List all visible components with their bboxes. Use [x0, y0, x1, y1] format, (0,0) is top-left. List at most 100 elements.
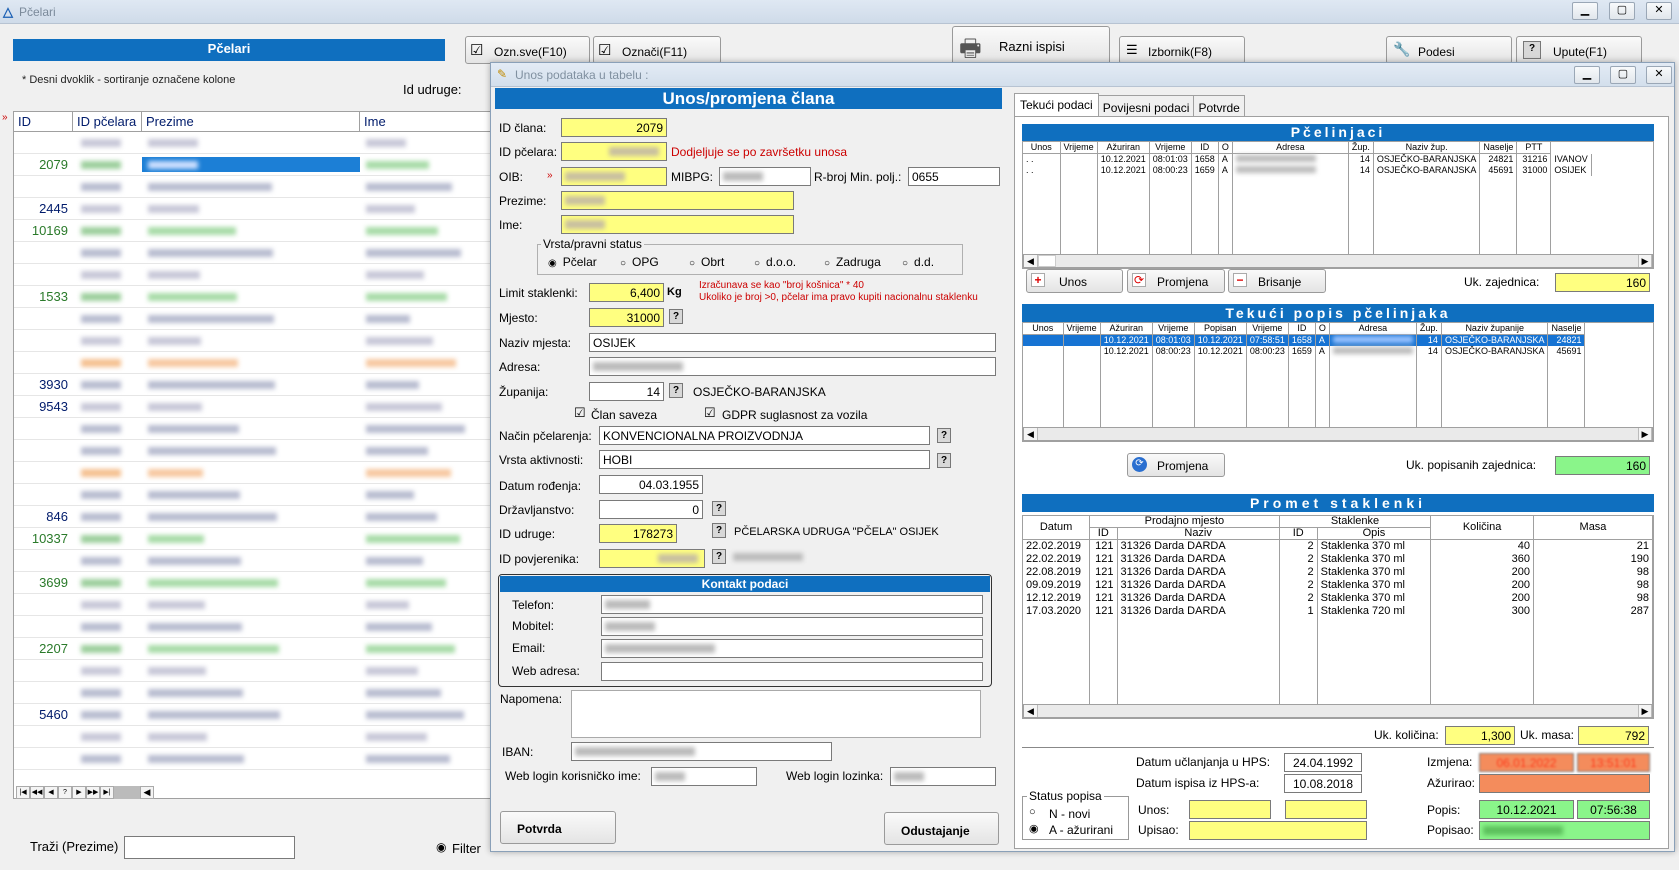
status-option[interactable]: ◉ Pčelar: [548, 255, 620, 269]
razni-ispisi-button[interactable]: 🖶 Razni ispisi: [952, 26, 1110, 66]
nav-button-4[interactable]: ▶: [72, 786, 86, 799]
column-header[interactable]: Količina: [1430, 516, 1534, 540]
table-row[interactable]: [14, 748, 492, 770]
table-row[interactable]: 9543: [14, 396, 492, 418]
naziv-mjesta-field[interactable]: OSIJEK: [589, 333, 996, 352]
scroll-left-icon[interactable]: ◀: [1024, 705, 1038, 717]
column-header[interactable]: Adresa: [1232, 142, 1349, 154]
id-clana-field[interactable]: 2079: [561, 118, 667, 137]
udruga-help-button[interactable]: ?: [712, 523, 726, 538]
table-row[interactable]: [14, 484, 492, 506]
scroll-right-icon[interactable]: ▶: [1638, 255, 1652, 267]
table-row[interactable]: 10.12.2021 08:00:23 10.12.2021 08:00:23 1659…: [1023, 346, 1586, 357]
column-header[interactable]: Vrijeme: [1152, 323, 1195, 335]
scroll-right-icon[interactable]: ▶: [1638, 428, 1652, 440]
column-header[interactable]: Vrijeme: [1063, 323, 1101, 335]
unos-button[interactable]: + Unos: [1026, 269, 1123, 293]
table-row[interactable]: 22.08.2019 121 31326 Darda DARDA 2 Staklenka…: [1023, 565, 1653, 579]
maximize-button[interactable]: ▢: [1609, 2, 1635, 20]
column-header[interactable]: Vrijeme: [1149, 142, 1192, 154]
gdpr-checkbox[interactable]: ☑: [704, 405, 716, 421]
column-header[interactable]: PTT: [1516, 142, 1552, 154]
table-row[interactable]: 12.12.2019 121 31326 Darda DARDA 2 Staklenka…: [1023, 591, 1653, 605]
table-row[interactable]: 5460: [14, 704, 492, 726]
adresa-field[interactable]: [589, 357, 996, 376]
izbornik-button[interactable]: ☰ Izbornik(F8): [1119, 36, 1245, 64]
napomena-field[interactable]: [571, 690, 981, 738]
oib-field[interactable]: [561, 167, 667, 186]
status-option[interactable]: ○ d.d.: [902, 255, 942, 269]
promet-hscroll[interactable]: ◀ ▶: [1023, 704, 1653, 718]
zupanija-help-button[interactable]: ?: [669, 383, 683, 398]
table-row[interactable]: 3930: [14, 374, 492, 396]
table-row[interactable]: 10169: [14, 220, 492, 242]
oznsve-button[interactable]: ☑ Ozn.sve(F10): [465, 36, 590, 64]
pcelari-grid[interactable]: ID ID pčelara Prezime Ime 2079 2445 10169 1…: [13, 111, 493, 799]
status-option[interactable]: ○ Obrt: [689, 255, 754, 269]
dialog-close-button[interactable]: ✕: [1646, 66, 1672, 84]
column-header[interactable]: ID: [1288, 323, 1316, 335]
clan-saveza-checkbox[interactable]: ☑: [574, 405, 586, 421]
table-row[interactable]: 1533: [14, 286, 492, 308]
scroll-left-icon[interactable]: ◀: [140, 786, 154, 799]
scroll-left-icon[interactable]: ◀: [1024, 255, 1038, 267]
brisanje-button[interactable]: − Brisanje: [1228, 269, 1326, 293]
scroll-right-icon[interactable]: ▶: [1638, 705, 1652, 717]
rbroj-field[interactable]: 0655: [908, 167, 1000, 186]
limit-field[interactable]: 6,400: [589, 283, 664, 302]
column-header[interactable]: Datum: [1023, 516, 1091, 540]
column-header[interactable]: Naselje: [1479, 142, 1518, 154]
status-a-radio[interactable]: ◉: [1029, 822, 1039, 835]
filter-radio[interactable]: ◉: [436, 840, 446, 854]
popis-promjena-button[interactable]: ⟳ Promjena: [1127, 453, 1225, 477]
minimize-button[interactable]: ▁: [1572, 2, 1598, 20]
column-header[interactable]: Unos: [1023, 142, 1061, 154]
ucl-field[interactable]: 24.04.1992: [1284, 753, 1362, 772]
table-row[interactable]: [14, 330, 492, 352]
oznaci-button[interactable]: ☑ Označi(F11): [593, 36, 721, 64]
aktivnost-help-button[interactable]: ?: [937, 453, 951, 468]
status-option[interactable]: ○ d.o.o.: [754, 255, 824, 269]
column-header[interactable]: Žup.: [1348, 142, 1374, 154]
column-header[interactable]: Žup.: [1416, 323, 1442, 335]
id-povjerenika-field[interactable]: [599, 549, 705, 568]
column-header[interactable]: Vrijeme: [1246, 323, 1289, 335]
column-header[interactable]: Ažuriran: [1100, 323, 1153, 335]
table-row[interactable]: [14, 462, 492, 484]
mjesto-field[interactable]: 31000: [589, 308, 664, 327]
table-row[interactable]: [14, 308, 492, 330]
nacin-help-button[interactable]: ?: [937, 428, 951, 443]
login-field[interactable]: [651, 767, 757, 786]
table-row[interactable]: 2207: [14, 638, 492, 660]
table-row[interactable]: [14, 550, 492, 572]
potvrda-button[interactable]: Potvrda: [500, 811, 616, 844]
mibpg-field[interactable]: [719, 167, 811, 186]
column-header[interactable]: Unos: [1023, 323, 1064, 335]
podesi-button[interactable]: 🔧 Podesi: [1386, 36, 1512, 64]
col-id-pcelara[interactable]: ID pčelara: [73, 112, 142, 131]
isp-field[interactable]: 10.08.2018: [1284, 774, 1362, 793]
table-row[interactable]: 17.03.2020 121 31326 Darda DARDA 1 Staklenka…: [1023, 604, 1653, 618]
web-adresa-field[interactable]: [601, 662, 983, 681]
nav-button-0[interactable]: |◀: [16, 786, 30, 799]
zupanija-field[interactable]: 14: [589, 382, 664, 401]
column-header[interactable]: Staklenke: [1279, 516, 1432, 528]
drzavljanstvo-help-button[interactable]: ?: [712, 501, 726, 516]
table-row[interactable]: [14, 594, 492, 616]
table-row[interactable]: [14, 682, 492, 704]
column-header[interactable]: Prodajno mjesto: [1089, 516, 1280, 528]
mobitel-field[interactable]: [601, 617, 983, 636]
id-pcelara-field[interactable]: [561, 142, 667, 161]
table-row[interactable]: [14, 440, 492, 462]
nav-button-3[interactable]: ?: [58, 786, 72, 799]
table-row[interactable]: 2079: [14, 154, 492, 176]
column-header[interactable]: Popisan: [1194, 323, 1247, 335]
column-header[interactable]: Opis: [1317, 527, 1432, 540]
table-row[interactable]: [14, 616, 492, 638]
prezime-field[interactable]: [561, 191, 794, 210]
table-row[interactable]: 846: [14, 506, 492, 528]
col-prezime[interactable]: Prezime: [142, 112, 360, 131]
table-row[interactable]: [14, 132, 492, 154]
table-row[interactable]: 10337: [14, 528, 492, 550]
popis-grid[interactable]: Unos Vrijeme Ažuriran Vrijeme Popisan Vrijeme…: [1022, 322, 1654, 442]
